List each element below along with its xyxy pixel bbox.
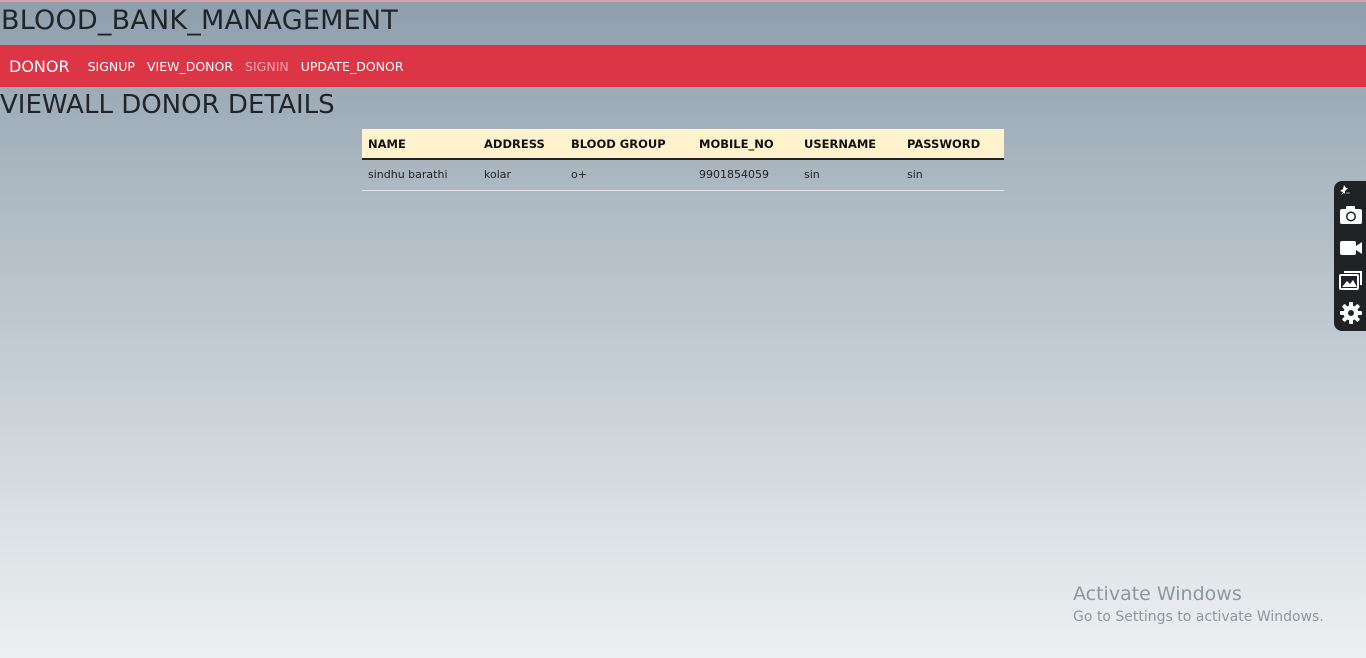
page-heading: VIEWALL DONOR DETAILS (0, 90, 335, 120)
gear-icon[interactable] (1337, 301, 1364, 325)
navbar-brand[interactable]: DONOR (9, 57, 70, 76)
cell-address: kolar (478, 159, 565, 191)
column-header-password: PASSWORD (901, 129, 1004, 160)
activate-windows-watermark: Activate Windows Go to Settings to activ… (1073, 583, 1324, 625)
navbar: DONOR SIGNUP VIEW_DONOR SIGNIN UPDATE_DO… (0, 45, 1366, 87)
camera-icon[interactable] (1337, 203, 1364, 227)
cell-password: sin (901, 159, 1004, 191)
column-header-name: NAME (362, 129, 478, 160)
nav-link-update-donor[interactable]: UPDATE_DONOR (301, 59, 404, 74)
top-border (0, 0, 1366, 2)
cell-username: sin (798, 159, 901, 191)
nav-link-signup[interactable]: SIGNUP (88, 59, 135, 74)
pin-icon[interactable] (1338, 183, 1350, 195)
cell-blood-group: o+ (565, 159, 693, 191)
watermark-title: Activate Windows (1073, 583, 1242, 605)
donor-table: NAME ADDRESS BLOOD GROUP MOBILE_NO USERN… (362, 129, 1004, 191)
donor-table-container: NAME ADDRESS BLOOD GROUP MOBILE_NO USERN… (362, 129, 1004, 191)
gallery-icon[interactable] (1337, 268, 1364, 292)
screenshot-tool-panel (1334, 181, 1366, 331)
nav-link-view-donor[interactable]: VIEW_DONOR (147, 59, 233, 74)
watermark-subtitle: Go to Settings to activate Windows. (1073, 609, 1324, 625)
cell-mobile-no: 9901854059 (693, 159, 798, 191)
app-title: BLOOD_BANK_MANAGEMENT (1, 5, 398, 36)
nav-link-signin[interactable]: SIGNIN (245, 59, 289, 74)
column-header-blood-group: BLOOD GROUP (565, 129, 693, 160)
column-header-mobile-no: MOBILE_NO (693, 129, 798, 160)
video-icon[interactable] (1337, 236, 1364, 260)
column-header-username: USERNAME (798, 129, 901, 160)
column-header-address: ADDRESS (478, 129, 565, 160)
cell-name: sindhu barathi (362, 159, 478, 191)
table-row: sindhu barathi kolar o+ 9901854059 sin s… (362, 159, 1004, 191)
table-header-row: NAME ADDRESS BLOOD GROUP MOBILE_NO USERN… (362, 129, 1004, 160)
